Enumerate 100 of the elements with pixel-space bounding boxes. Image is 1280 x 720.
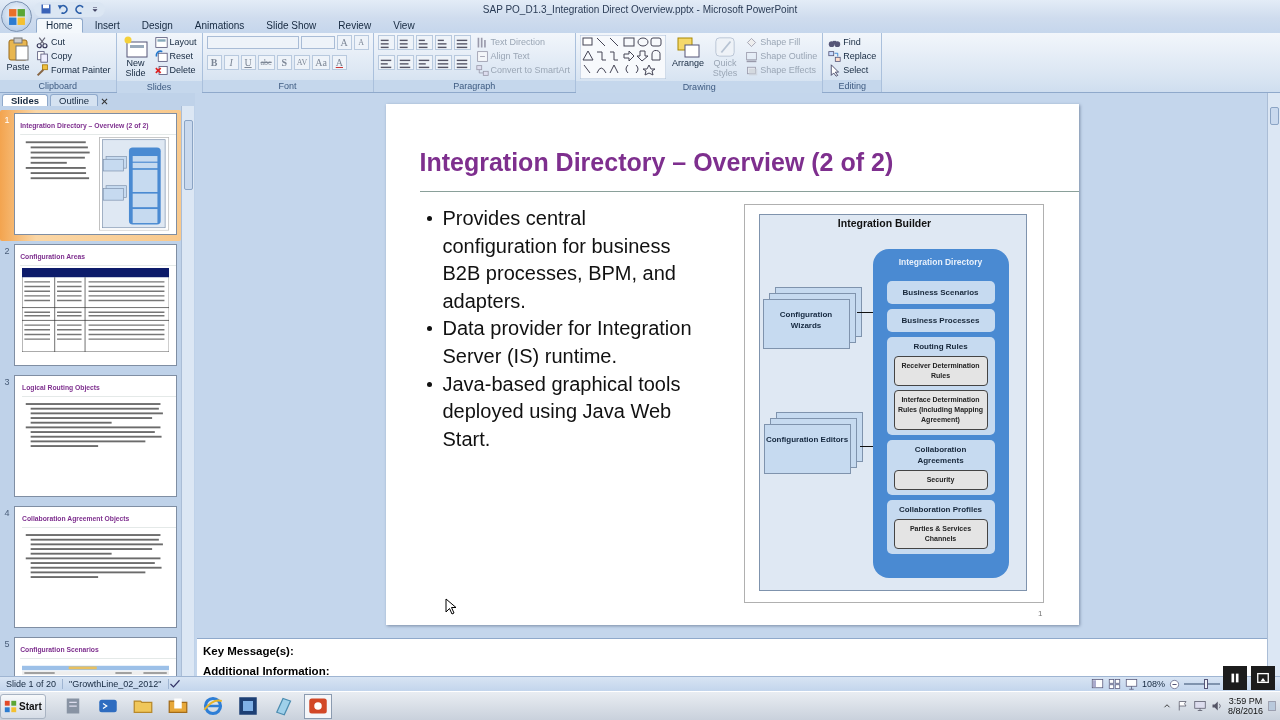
monitor-icon (1193, 700, 1206, 712)
section-title: Collaboration Profiles (897, 504, 984, 515)
clipboard-item[interactable]: Cut (35, 35, 66, 49)
layout-icon (154, 35, 168, 49)
fill-icon (745, 35, 759, 49)
align-button[interactable] (453, 55, 471, 70)
scissors-icon (36, 35, 49, 49)
notes-heading: Additional Information: (203, 665, 331, 678)
slide-number: 5 (3, 638, 11, 651)
group-label: Editing (823, 80, 882, 92)
align-button[interactable] (434, 55, 452, 70)
notes-pane[interactable]: Key Message(s): Additional Information: (197, 638, 1267, 676)
windows-logo-icon (4, 699, 17, 713)
redo-icon (74, 3, 86, 15)
replace-icon (828, 49, 842, 63)
ribbon-tab[interactable]: Insert (84, 18, 130, 33)
copy-icon (36, 49, 49, 63)
new-slide-button[interactable]: New Slide (120, 35, 151, 79)
zoom-out-icon (1169, 678, 1180, 690)
arrange-icon (676, 36, 701, 58)
ribbon-tab[interactable]: Design (131, 18, 183, 33)
align-button[interactable] (377, 55, 395, 70)
undo-icon (57, 3, 69, 15)
reset-icon (154, 49, 168, 63)
panel-tab[interactable]: Outline (50, 94, 99, 106)
slides-item[interactable]: Layout (153, 35, 198, 49)
sorter-view-icon (1107, 678, 1121, 690)
theme-name: "GrowthLine_02_2012" (63, 679, 169, 689)
bullet-icon (426, 381, 432, 387)
notes-heading: Key Message(s): (203, 645, 295, 658)
section-box: Business Scenarios (886, 281, 995, 304)
slide-number: 4 (3, 507, 11, 520)
speaker-icon (1210, 700, 1223, 712)
editing-item[interactable]: Select (827, 63, 870, 77)
slide-title: Integration Directory – Overview (2 of 2) (419, 148, 895, 177)
ribbon-tab[interactable]: Slide Show (256, 18, 327, 33)
office-logo-icon (7, 7, 26, 26)
diagram-title: Integration Builder (836, 217, 933, 229)
list-format-button[interactable] (377, 35, 395, 50)
slides-item[interactable]: Reset (153, 49, 195, 63)
clipboard-item[interactable]: Copy (35, 49, 73, 63)
bullet-icon (426, 216, 432, 221)
align-text-icon (475, 49, 489, 63)
quick-styles-icon (713, 36, 738, 58)
fullscreen-icon (1256, 671, 1270, 685)
section-title: Routing Rules (912, 341, 969, 352)
zoom-slider-thumb[interactable] (1203, 679, 1208, 689)
ribbon-tab[interactable]: Home (36, 18, 83, 33)
font-size-field[interactable] (300, 36, 335, 49)
clipboard-item[interactable]: Format Painter (35, 63, 112, 77)
ribbon-tab[interactable]: Review (328, 18, 382, 33)
group-label: Clipboard (0, 80, 116, 92)
clock-time: 3:59 PM (1227, 696, 1263, 706)
brush-icon (36, 63, 49, 77)
taskbar-app[interactable] (303, 693, 332, 719)
bullet-text: Provides central configuration for business B2B processes, BPM, and adapters. (442, 206, 677, 314)
ribbon-tab[interactable]: Animations (184, 18, 255, 33)
browser-icon (202, 696, 223, 716)
format-button[interactable]: AV (293, 55, 311, 70)
new-slide-icon (123, 36, 148, 58)
delete-icon (154, 63, 168, 77)
clock-date: 8/8/2016 (1227, 706, 1263, 716)
close-icon (100, 97, 110, 106)
folder-icon (167, 696, 188, 716)
list-format-button[interactable] (415, 35, 433, 50)
format-button[interactable]: U (240, 55, 256, 70)
fullscreen-button[interactable] (1251, 666, 1275, 690)
save-icon (40, 3, 52, 15)
bullet-text: Java-based graphical tools deployed using Java Web Start. (442, 371, 682, 452)
format-button[interactable]: I (223, 55, 239, 70)
align-button[interactable] (396, 55, 414, 70)
list-format-button[interactable] (396, 35, 414, 50)
clipboard-icon (6, 36, 30, 62)
list-format-button[interactable] (453, 35, 471, 50)
panel-tab[interactable]: Slides (2, 94, 48, 106)
slide-counter: Slide 1 of 20 (0, 679, 64, 689)
scrollbar[interactable] (1267, 93, 1280, 676)
shrink-font-button[interactable]: A (353, 35, 369, 50)
slide-number: 2 (3, 245, 11, 258)
arrange-button[interactable]: Arrange (670, 35, 707, 69)
editing-item[interactable]: Replace (827, 49, 878, 63)
pause-button[interactable] (1223, 666, 1247, 690)
font-name-field[interactable] (206, 36, 299, 49)
scrollbar[interactable] (181, 106, 194, 676)
page-number: 1 (1038, 609, 1043, 618)
ribbon-tab[interactable]: View (383, 18, 425, 33)
format-button[interactable]: abc (257, 55, 275, 70)
section-box: Business Processes (886, 309, 995, 332)
list-format-button[interactable] (434, 35, 452, 50)
start-button[interactable]: Start (0, 693, 46, 719)
shapes-gallery-icon (580, 35, 667, 79)
group-label: Slides (116, 81, 202, 93)
align-button[interactable] (415, 55, 433, 70)
paste-button[interactable]: Paste (4, 35, 32, 73)
editing-item[interactable]: Find (827, 35, 862, 49)
slides-item[interactable]: Delete (153, 63, 197, 77)
format-button[interactable]: Aa (312, 55, 330, 70)
window-title: SAP PO_D1.3_Integration Direct Overview.pptx - Microsoft PowerPoint (482, 3, 798, 15)
spellcheck-icon (168, 678, 181, 690)
section-title: Collaboration Agreements (913, 444, 968, 466)
